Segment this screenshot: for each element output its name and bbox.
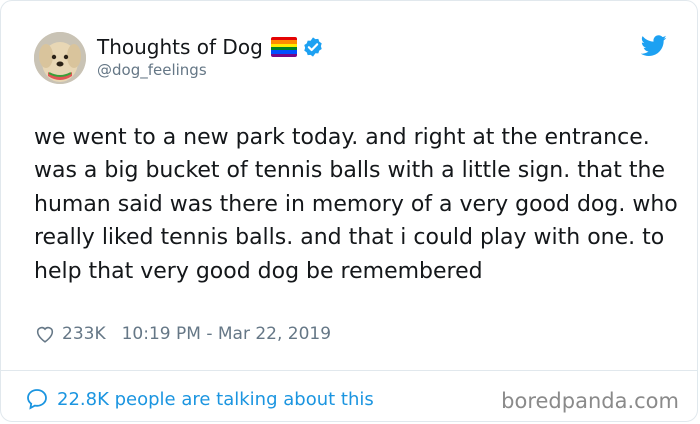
tweet-card: Thoughts of Dog @dog_feelings we went to… <box>0 0 698 422</box>
rainbow-flag-icon <box>270 37 297 57</box>
conversation-link[interactable]: 22.8K people are talking about this <box>25 387 374 411</box>
dog-avatar-icon[interactable] <box>34 32 86 84</box>
speech-bubble-icon <box>27 389 47 410</box>
verified-badge-icon <box>304 37 322 57</box>
tweet-meta: 233K 10:19 PM - Mar 22, 2019 <box>34 323 331 345</box>
author-handle[interactable]: @dog_feelings <box>97 61 207 79</box>
tweet-text: we went to a new park today. and right a… <box>34 125 678 284</box>
heart-icon[interactable] <box>34 323 56 345</box>
author-name-row: Thoughts of Dog <box>97 34 324 60</box>
boredpanda-watermark: boredpanda.com <box>501 389 679 413</box>
author-display-name[interactable]: Thoughts of Dog <box>97 34 263 60</box>
conversation-label: 22.8K people are talking about this <box>57 388 374 410</box>
like-count[interactable]: 233K <box>62 324 106 344</box>
footer-divider <box>1 370 697 371</box>
twitter-bird-icon[interactable] <box>641 35 667 57</box>
tweet-timestamp[interactable]: 10:19 PM - Mar 22, 2019 <box>122 324 331 344</box>
